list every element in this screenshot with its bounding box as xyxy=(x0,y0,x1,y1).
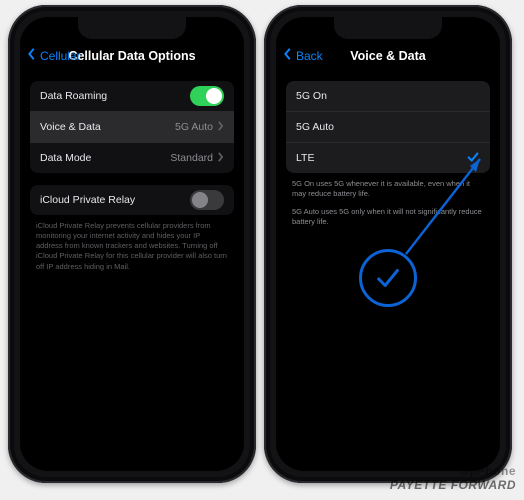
settings-group-2: iCloud Private Relay xyxy=(30,185,234,215)
option-lte[interactable]: LTE xyxy=(286,142,490,173)
phone-voice-and-data: Back Voice & Data 5G On 5G Auto LTE xyxy=(264,5,512,483)
footer-private-relay: iCloud Private Relay prevents cellular p… xyxy=(36,221,228,272)
toggle-knob xyxy=(206,88,222,104)
voice-value-text: 5G Auto xyxy=(175,121,213,133)
label-voice-and-data: Voice & Data xyxy=(40,121,101,133)
screen-right: Back Voice & Data 5G On 5G Auto LTE xyxy=(276,17,500,471)
row-voice-and-data[interactable]: Voice & Data 5G Auto xyxy=(30,111,234,142)
chevron-left-icon xyxy=(26,47,38,64)
back-label: Cellular xyxy=(40,49,81,63)
row-data-mode[interactable]: Data Mode Standard xyxy=(30,142,234,173)
page-title: Cellular Data Options xyxy=(68,49,195,63)
chevron-right-icon xyxy=(217,121,224,134)
option-5g-auto[interactable]: 5G Auto xyxy=(286,111,490,142)
option-label: 5G Auto xyxy=(296,121,334,133)
page-title: Voice & Data xyxy=(350,49,426,63)
phone-cellular-data-options: Cellular Cellular Data Options Data Roam… xyxy=(8,5,256,483)
chevron-right-icon xyxy=(217,152,224,165)
options-group: 5G On 5G Auto LTE xyxy=(286,81,490,173)
settings-group-1: Data Roaming Voice & Data 5G Auto xyxy=(30,81,234,173)
toggle-data-roaming[interactable] xyxy=(190,86,224,106)
option-5g-on[interactable]: 5G On xyxy=(286,81,490,111)
label-data-mode: Data Mode xyxy=(40,152,91,164)
row-data-roaming[interactable]: Data Roaming xyxy=(30,81,234,111)
notch xyxy=(334,17,442,39)
option-label: LTE xyxy=(296,152,314,164)
label-data-roaming: Data Roaming xyxy=(40,90,107,102)
value-voice-and-data: 5G Auto xyxy=(175,121,224,134)
checkmark-icon xyxy=(466,150,480,167)
mode-value-text: Standard xyxy=(170,152,213,164)
footer-5g-on: 5G On uses 5G whenever it is available, … xyxy=(292,179,484,199)
label-private-relay: iCloud Private Relay xyxy=(40,194,135,206)
footer-5g-auto: 5G Auto uses 5G only when it will not si… xyxy=(292,207,484,227)
back-button-cellular[interactable]: Cellular xyxy=(26,47,81,64)
screen-left: Cellular Cellular Data Options Data Roam… xyxy=(20,17,244,471)
row-private-relay[interactable]: iCloud Private Relay xyxy=(30,185,234,215)
back-button[interactable]: Back xyxy=(282,47,323,64)
toggle-knob xyxy=(192,192,208,208)
notch xyxy=(78,17,186,39)
value-data-mode: Standard xyxy=(170,152,224,165)
annotation-circle xyxy=(359,249,417,307)
option-label: 5G On xyxy=(296,90,327,102)
toggle-private-relay[interactable] xyxy=(190,190,224,210)
back-label: Back xyxy=(296,49,323,63)
chevron-left-icon xyxy=(282,47,294,64)
